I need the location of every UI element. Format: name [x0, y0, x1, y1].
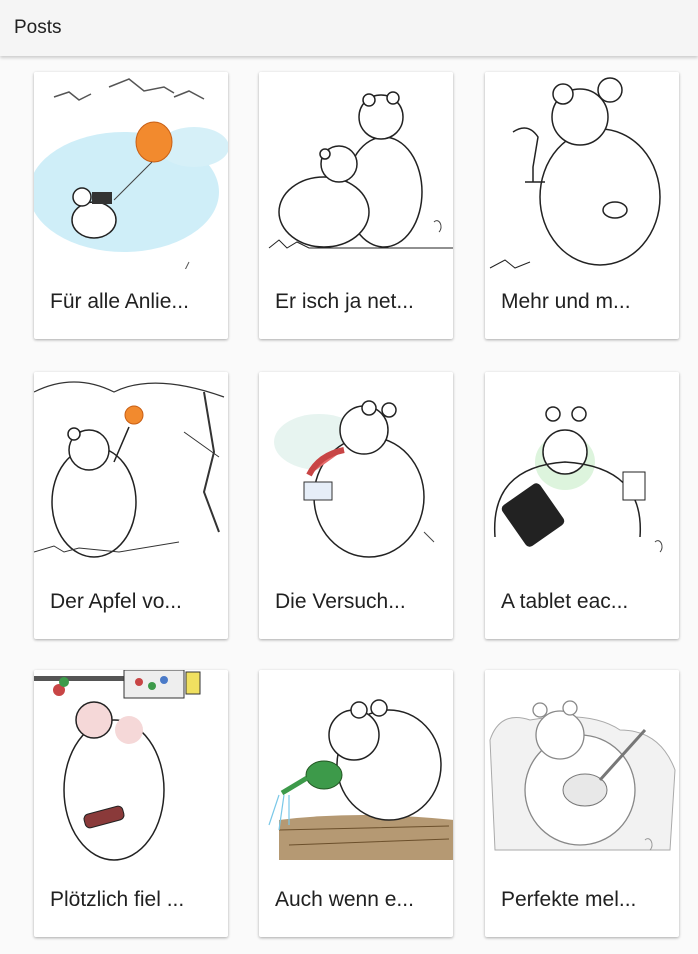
posts-grid: Für alle Anlie... Er isch ja net... Mehr…: [0, 56, 698, 954]
post-card[interactable]: A tablet eac...: [485, 372, 679, 639]
post-title: A tablet eac...: [501, 590, 629, 613]
post-title: Auch wenn e...: [275, 888, 414, 911]
bear-under-apple-tree-illustration: [34, 372, 228, 569]
post-card[interactable]: Auch wenn e...: [259, 670, 453, 937]
post-card[interactable]: Mehr und m...: [485, 72, 679, 339]
post-title: Die Versuch...: [275, 590, 406, 613]
post-card[interactable]: Plötzlich fiel ...: [34, 670, 228, 937]
page-title: Posts: [14, 17, 62, 38]
bear-playing-guitar-illustration: [485, 670, 679, 867]
post-image: [34, 670, 228, 867]
post-title: Für alle Anlie...: [50, 290, 189, 313]
post-card[interactable]: Er isch ja net...: [259, 72, 453, 339]
post-card[interactable]: Der Apfel vo...: [34, 372, 228, 639]
app-bar: Posts: [0, 0, 698, 56]
bear-watering-garden-illustration: [259, 670, 453, 867]
bear-with-tablet-illustration: [485, 372, 679, 569]
post-image: [34, 72, 228, 269]
bear-with-bottle-illustration: [34, 670, 228, 867]
post-card[interactable]: Perfekte mel...: [485, 670, 679, 937]
bear-tongue-out-illustration: [259, 372, 453, 569]
post-title: Mehr und m...: [501, 290, 631, 313]
post-image: [259, 72, 453, 269]
post-image: [485, 372, 679, 569]
post-image: [34, 372, 228, 569]
post-title: Er isch ja net...: [275, 290, 414, 313]
post-image: [259, 670, 453, 867]
post-title: Der Apfel vo...: [50, 590, 182, 613]
post-image: [259, 372, 453, 569]
post-image: [485, 670, 679, 867]
post-title: Perfekte mel...: [501, 888, 637, 911]
post-title: Plötzlich fiel ...: [50, 888, 185, 911]
post-card[interactable]: Die Versuch...: [259, 372, 453, 639]
bear-with-wine-glass-illustration: [485, 72, 679, 269]
post-image: [485, 72, 679, 269]
post-card[interactable]: Für alle Anlie...: [34, 72, 228, 339]
bear-with-balloon-sky-illustration: [34, 72, 228, 269]
two-bears-hugging-illustration: [259, 72, 453, 269]
